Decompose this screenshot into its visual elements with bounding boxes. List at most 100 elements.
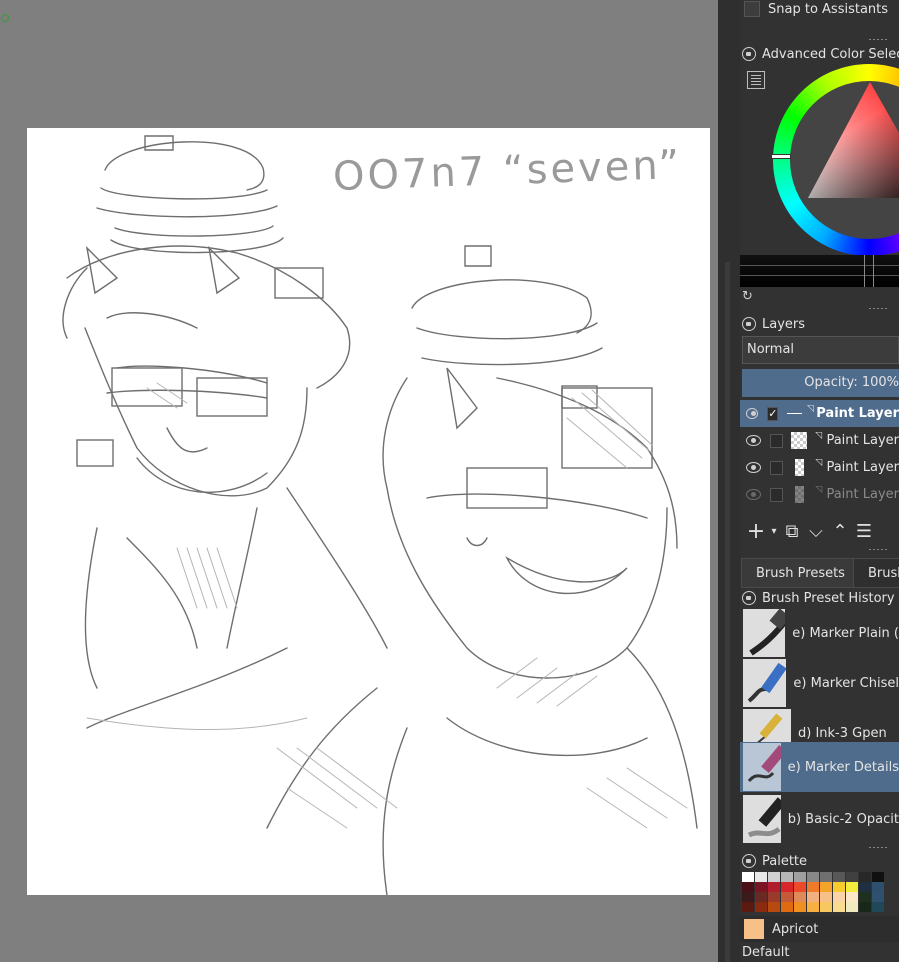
palette-swatch[interactable] [859,882,871,892]
palette-swatch[interactable] [781,872,793,882]
palette-swatch[interactable] [833,872,845,882]
lock-icon[interactable] [742,854,756,868]
palette-set-name[interactable]: Default [742,944,790,962]
palette-swatch[interactable] [859,872,871,882]
palette-swatch[interactable] [833,882,845,892]
layer-row[interactable]: ◹ Paint Layer [740,427,899,454]
palette-swatch[interactable] [859,902,871,912]
palette-swatch[interactable] [768,882,780,892]
layer-name: Paint Layer [826,460,899,475]
lock-icon[interactable] [742,591,756,605]
brush-preset-item-selected[interactable]: e) Marker Details [740,742,899,792]
layer-select-checkbox[interactable]: ✓ [767,406,779,421]
palette-swatch[interactable] [846,902,858,912]
layer-select-checkbox[interactable] [769,460,783,475]
hue-marker[interactable] [771,154,791,159]
layer-list[interactable]: ✓ ◹ Paint Layer ◹ Paint Layer ◹ Paint La… [740,400,899,512]
add-layer-icon[interactable]: + [744,517,768,547]
refresh-icon[interactable]: ↻ [742,290,756,304]
palette-swatch[interactable] [768,892,780,902]
palette-swatch[interactable] [768,902,780,912]
lock-icon[interactable] [742,47,756,61]
blend-mode-dropdown[interactable]: Normal [742,336,899,364]
palette-swatch[interactable] [846,872,858,882]
palette-swatch[interactable] [807,872,819,882]
palette-swatch[interactable] [820,872,832,882]
dock-scrollbar[interactable] [725,262,730,962]
palette-swatch[interactable] [781,892,793,902]
palette-swatch[interactable] [833,892,845,902]
brush-preset-item[interactable]: e) Marker Plain ( [740,608,899,658]
visibility-eye-icon[interactable] [746,462,761,473]
panel-grip[interactable] [868,846,888,849]
current-color-row[interactable]: Apricot [740,916,899,942]
snap-to-assistants-row[interactable]: Snap to Assistants [740,0,899,18]
palette-swatch[interactable] [755,872,767,882]
panel-grip[interactable] [868,38,888,41]
paint-layer-type-icon: ◹ [815,430,823,441]
palette-swatch[interactable] [807,882,819,892]
detail-marker-icon [743,743,781,791]
palette-swatch[interactable] [781,902,793,912]
palette-swatch[interactable] [820,892,832,902]
palette-swatch[interactable] [859,892,871,902]
panel-grip[interactable] [868,307,888,310]
saturation-value-triangle[interactable] [800,80,899,200]
layer-row[interactable]: ◹ Paint Layer [740,481,899,508]
palette-swatch[interactable] [768,872,780,882]
color-value-strip[interactable] [740,255,899,287]
palette-swatch[interactable] [794,882,806,892]
palette-swatch[interactable] [846,892,858,902]
layer-thumbnail [791,432,808,449]
layer-row[interactable]: ✓ ◹ Paint Layer [740,400,899,427]
duplicate-layer-icon[interactable]: ⧉ [780,517,804,547]
move-layer-down-icon[interactable]: ⌵ [804,517,828,547]
visibility-eye-icon[interactable] [746,435,762,446]
palette-swatch[interactable] [807,892,819,902]
tab-brush-presets[interactable]: Brush Presets [741,558,860,588]
palette-swatch[interactable] [755,882,767,892]
color-settings-icon[interactable] [747,71,765,89]
palette-swatch[interactable] [846,882,858,892]
canvas-area[interactable]: OO7n7 “seven” [0,0,718,962]
palette-swatch[interactable] [872,902,884,912]
palette-swatch[interactable] [742,902,754,912]
palette-swatch[interactable] [807,902,819,912]
tab-brush[interactable]: Brush [853,558,899,588]
layer-select-checkbox[interactable] [769,487,783,502]
move-layer-up-icon[interactable]: ⌃ [828,517,852,547]
paint-layer-type-icon: ◹ [815,484,823,495]
palette-swatch[interactable] [742,872,754,882]
palette-swatch[interactable] [872,882,884,892]
brush-preset-item[interactable]: e) Marker Chisel [740,658,899,708]
palette-swatch[interactable] [794,872,806,882]
palette-swatch[interactable] [820,902,832,912]
palette-swatch-grid[interactable] [740,872,899,912]
add-layer-menu-chevron-icon[interactable]: ▾ [768,517,780,547]
brush-preset-name: d) Ink-3 Gpen [798,725,887,741]
palette-swatch[interactable] [742,892,754,902]
brush-preset-item[interactable]: b) Basic-2 Opacit [740,794,899,844]
color-value-marker[interactable] [864,255,874,287]
drawing-canvas[interactable]: OO7n7 “seven” [27,128,710,895]
layer-opacity-slider[interactable]: Opacity: 100% [742,369,899,397]
palette-swatch[interactable] [794,892,806,902]
palette-swatch[interactable] [755,902,767,912]
layer-select-checkbox[interactable] [770,433,784,448]
palette-swatch[interactable] [833,902,845,912]
palette-swatch[interactable] [872,872,884,882]
layer-row[interactable]: ◹ Paint Layer [740,454,899,481]
snap-to-assistants-checkbox[interactable] [744,1,760,17]
visibility-hidden-icon[interactable] [746,489,761,500]
palette-swatch[interactable] [794,902,806,912]
layer-properties-icon[interactable]: ☰ [852,517,876,547]
palette-swatch[interactable] [755,892,767,902]
visibility-eye-icon[interactable] [746,408,759,419]
palette-swatch[interactable] [781,882,793,892]
current-color-swatch[interactable] [744,919,764,939]
palette-swatch[interactable] [872,892,884,902]
palette-swatch[interactable] [742,882,754,892]
panel-grip[interactable] [868,548,888,551]
lock-icon[interactable] [742,317,756,331]
palette-swatch[interactable] [820,882,832,892]
